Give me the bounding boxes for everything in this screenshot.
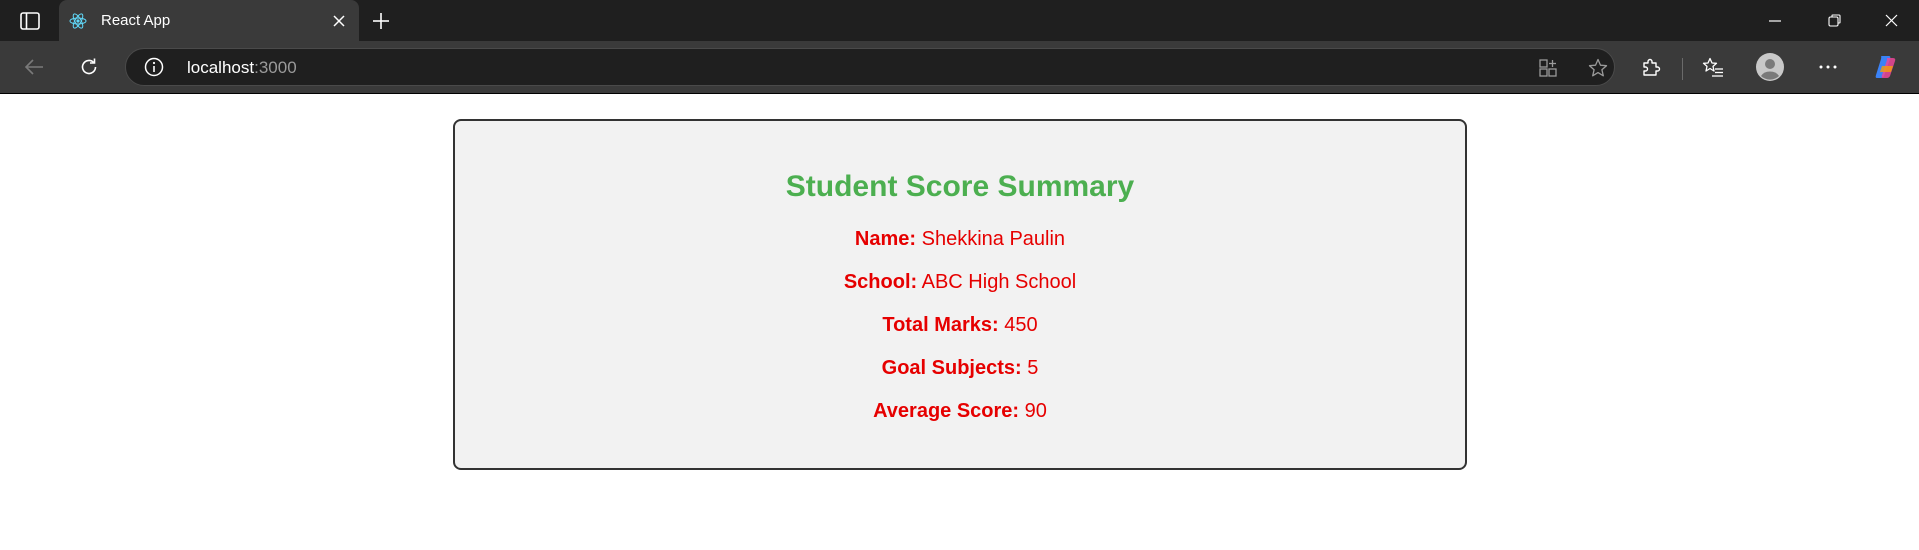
puzzle-icon[interactable] (1635, 51, 1667, 83)
restore-icon[interactable] (1806, 0, 1862, 41)
close-icon[interactable] (325, 7, 353, 35)
summary-title: Student Score Summary (785, 170, 1135, 203)
info-value: 450 (1004, 314, 1038, 336)
info-label: Average Score: (873, 400, 1020, 422)
info-label: Total Marks: (882, 314, 999, 336)
info-value: 90 (1024, 400, 1047, 422)
plus-icon[interactable] (366, 6, 396, 36)
score-summary-card: Student Score Summary Name: Shekkina Pau… (453, 119, 1467, 470)
favorites-list-icon[interactable] (1697, 51, 1729, 83)
copilot-icon[interactable] (1870, 51, 1902, 83)
split-screen-icon[interactable] (1536, 56, 1560, 80)
info-value: Shekkina Paulin (921, 228, 1066, 250)
url-text: localhost:3000 (187, 58, 297, 78)
info-row-school: School: ABC High School (455, 271, 1465, 294)
close-window-icon[interactable] (1863, 0, 1919, 41)
info-row-goal-subjects: Goal Subjects: 5 (455, 357, 1465, 380)
url-port: :3000 (254, 58, 297, 77)
browser-tab[interactable]: React App (59, 0, 359, 41)
info-row-average-score: Average Score: 90 (455, 400, 1465, 423)
browser-titlebar: React App (0, 0, 1919, 41)
tab-title: React App (101, 12, 171, 29)
avatar-icon[interactable] (1754, 51, 1786, 83)
info-label: Name: (854, 228, 917, 250)
react-logo-icon (69, 12, 87, 30)
info-icon[interactable] (144, 57, 164, 77)
star-icon[interactable] (1586, 56, 1610, 80)
refresh-icon[interactable] (73, 51, 105, 83)
arrow-left-icon[interactable] (18, 51, 50, 83)
minimize-icon[interactable] (1747, 0, 1803, 41)
info-label: School: (843, 271, 918, 293)
more-icon[interactable] (1812, 51, 1844, 83)
info-row-name: Name: Shekkina Paulin (455, 228, 1465, 251)
info-value: 5 (1027, 357, 1039, 379)
tab-actions-icon[interactable] (14, 9, 46, 33)
info-label: Goal Subjects: (881, 357, 1022, 379)
toolbar-divider (1682, 58, 1683, 80)
info-value: ABC High School (921, 271, 1077, 293)
address-bar[interactable]: localhost:3000 (125, 48, 1615, 86)
info-row-total-marks: Total Marks: 450 (455, 314, 1465, 337)
url-host: localhost (187, 58, 255, 77)
browser-toolbar: localhost:3000 (0, 41, 1919, 94)
